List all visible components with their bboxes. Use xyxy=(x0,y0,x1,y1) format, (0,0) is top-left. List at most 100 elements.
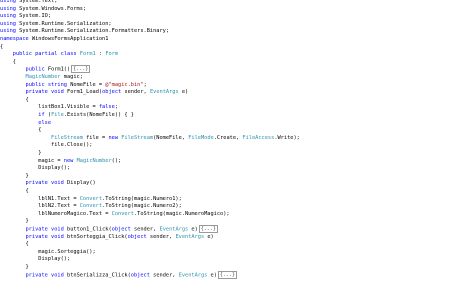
code-token: { xyxy=(0,96,29,103)
code-token: Form1_Load( xyxy=(63,89,103,96)
code-token: NomeFile = xyxy=(67,81,106,88)
code-token: Display(); xyxy=(0,256,71,263)
keyword-token: void xyxy=(51,180,64,187)
code-token: listBox1.Visible = xyxy=(0,104,99,111)
code-line: namespace WindowsFormsApplication1 xyxy=(0,35,108,44)
keyword-token: void xyxy=(51,233,64,240)
code-token: Display() xyxy=(63,180,96,187)
keyword-token: partial xyxy=(35,51,58,58)
code-token: System.Runtime.Serialization.Formatters.… xyxy=(15,28,170,35)
keyword-token: using xyxy=(0,0,16,4)
code-token: e) xyxy=(207,272,217,279)
keyword-token: object xyxy=(111,226,131,233)
code-token: e) xyxy=(204,233,214,240)
keyword-token: new xyxy=(63,157,74,164)
code-token: { xyxy=(0,188,29,194)
code-token: .Exists(NomeFile)) { } xyxy=(63,112,134,118)
type-token: FileMode xyxy=(188,134,214,141)
type-token: EventArgs xyxy=(159,226,189,233)
code-token: file = xyxy=(82,134,109,141)
code-line: public partial class Form1 : Form xyxy=(0,50,118,59)
keyword-token: new xyxy=(108,134,119,141)
keyword-token: string xyxy=(47,81,67,88)
type-token: EventArgs xyxy=(175,233,205,240)
type-token: Form xyxy=(105,51,119,58)
code-token: .ToString(magic.Numero1); xyxy=(102,195,182,202)
code-token: sender, xyxy=(146,233,176,240)
type-token: Form1 xyxy=(79,51,96,58)
code-editor[interactable]: using System.Text; using System.Windows.F… xyxy=(0,0,474,289)
keyword-token: namespace xyxy=(0,36,29,42)
code-token: { xyxy=(0,58,16,65)
code-token: } xyxy=(0,264,29,270)
keyword-token: else xyxy=(38,119,52,126)
keyword-token: class xyxy=(60,51,77,58)
code-token: lblN1.Text = xyxy=(0,195,80,202)
collapsed-region-marker[interactable]: {...} xyxy=(217,270,237,279)
type-token: EventArgs xyxy=(178,272,208,279)
type-token: FileStream xyxy=(121,134,154,141)
code-token: magic = xyxy=(0,157,64,164)
code-token: (NomeFile, xyxy=(153,134,189,141)
code-token: } xyxy=(0,218,29,225)
keyword-token: private xyxy=(25,226,48,233)
code-token: } xyxy=(0,150,42,156)
code-token: } xyxy=(0,172,29,179)
code-line: private void btnSerializza_Click(object … xyxy=(0,270,237,280)
keyword-token: void xyxy=(51,226,64,233)
code-token: sender, xyxy=(130,226,160,233)
code-token: .ToString(magic.NumeroMagico); xyxy=(133,210,230,217)
code-token: magic.Sorteggia(); xyxy=(0,248,96,255)
type-token: Convert xyxy=(79,195,103,202)
code-token: (); xyxy=(111,157,122,164)
keyword-token: using xyxy=(0,20,16,27)
code-token: e) xyxy=(188,226,198,233)
code-token: file.Close(); xyxy=(0,142,93,149)
keyword-token: object xyxy=(127,233,147,240)
keyword-token: public xyxy=(12,51,32,58)
code-token: sender, xyxy=(149,272,179,279)
code-token: btnSerializza_Click( xyxy=(63,272,131,279)
keyword-token: using xyxy=(0,13,16,20)
code-token: WindowsFormsApplication1 xyxy=(28,36,109,42)
keyword-token: private xyxy=(25,180,48,187)
code-token: Display(); xyxy=(0,165,71,172)
keyword-token: using xyxy=(0,5,16,12)
type-token: Convert xyxy=(79,203,103,210)
code-token: { xyxy=(0,43,4,50)
code-token: button1_Click( xyxy=(63,226,112,233)
code-token: System.Windows.Forms; xyxy=(15,5,87,12)
type-token: MagicNumber xyxy=(76,157,112,164)
code-token: .Create, xyxy=(213,134,243,141)
type-token: File xyxy=(51,112,64,118)
keyword-token: private xyxy=(25,233,48,240)
code-token: lblNumeroMagico.Text = xyxy=(0,210,112,217)
code-token: magic; xyxy=(60,74,83,80)
keyword-token: public xyxy=(25,66,45,73)
keyword-token: object xyxy=(102,89,122,96)
string-token: @"magic.bin" xyxy=(105,81,144,88)
code-token: sender, xyxy=(121,89,150,96)
code-token: ; xyxy=(114,104,119,111)
code-token: System.Runtime.Serialization; xyxy=(15,20,112,27)
code-token: { xyxy=(0,241,29,248)
keyword-token: using xyxy=(0,28,16,35)
code-line: private void btnSorteggia_Click(object s… xyxy=(0,233,214,242)
code-token: System.Text; xyxy=(15,0,58,4)
type-token: FileStream xyxy=(51,134,83,141)
code-token: { xyxy=(0,127,42,134)
type-token: MagicNumber xyxy=(25,74,61,80)
type-token: FileAccess xyxy=(242,134,275,141)
code-token: Form1() xyxy=(44,66,71,73)
